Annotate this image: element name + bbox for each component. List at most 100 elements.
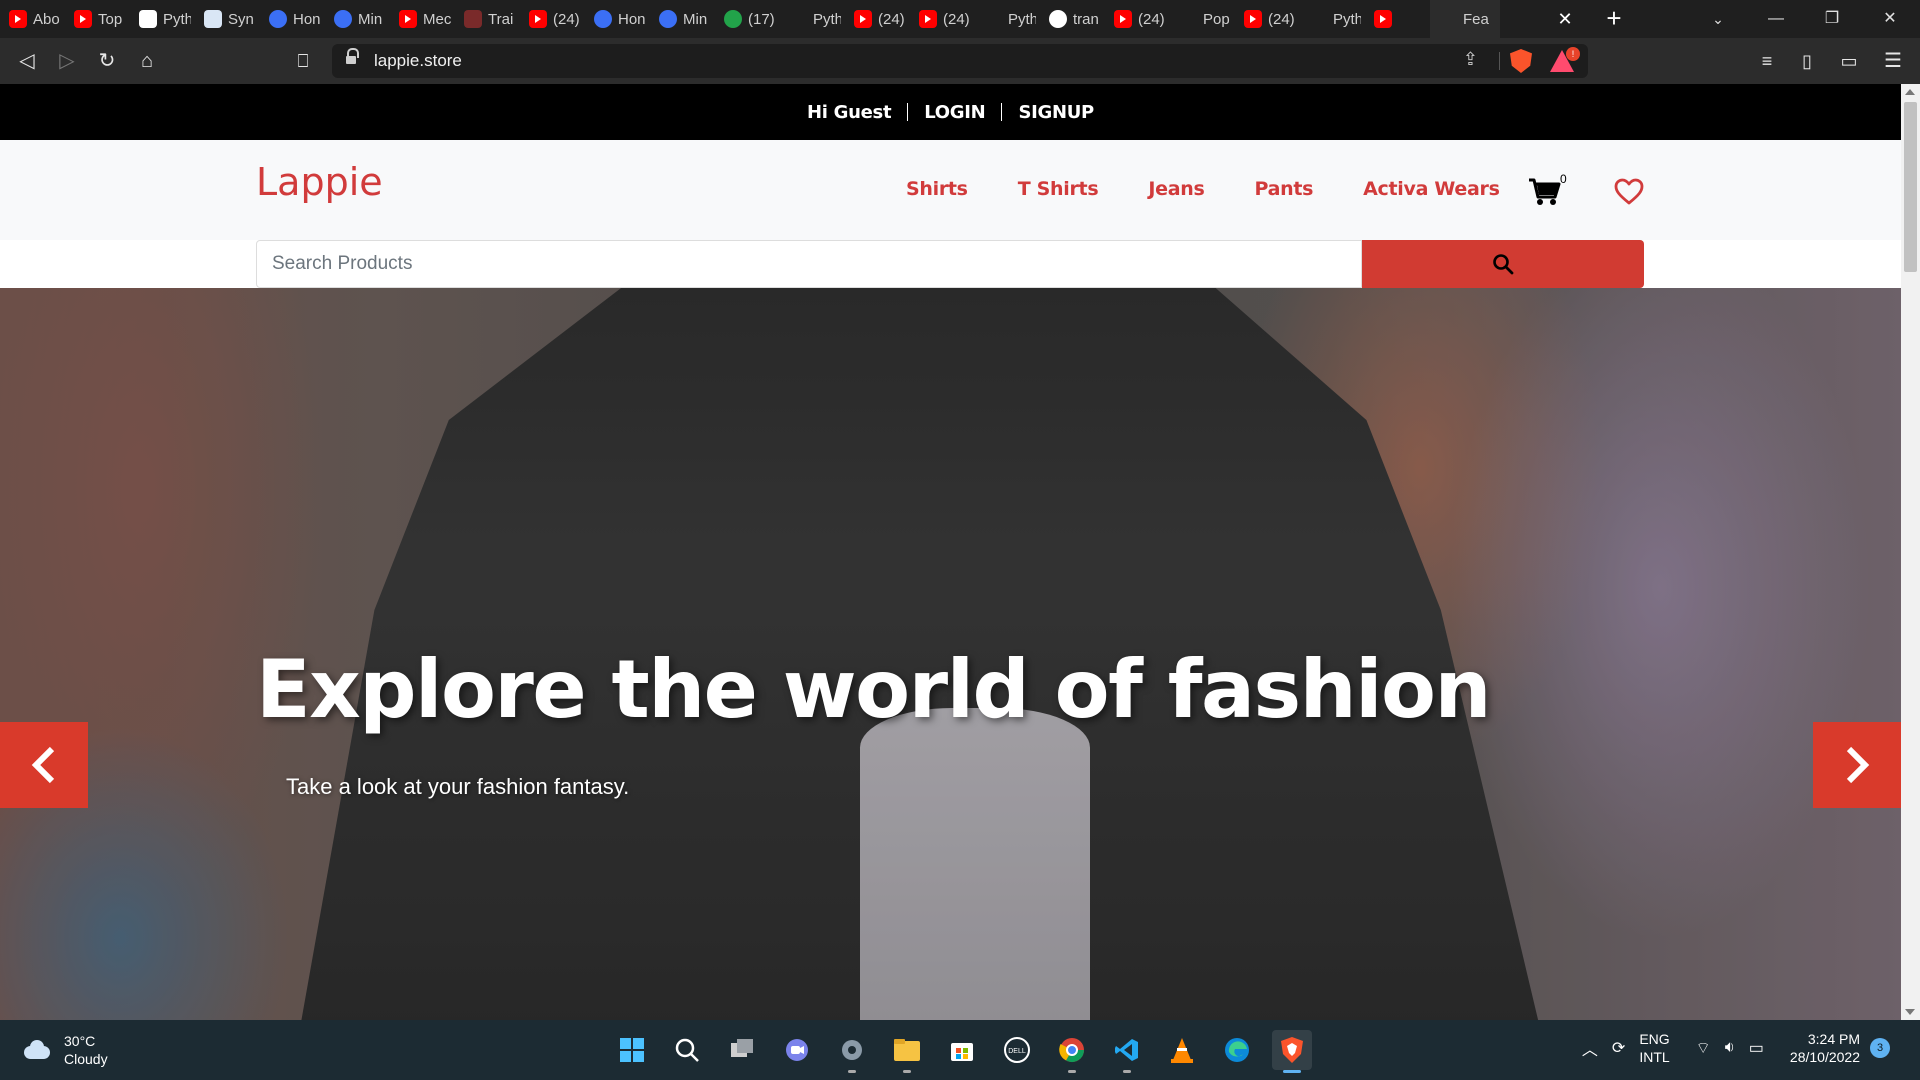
volume-icon[interactable]: 🔉︎	[1725, 1039, 1735, 1057]
language-indicator[interactable]: ENG INTL	[1639, 1030, 1669, 1066]
bookmark-icon[interactable]: ⎕	[288, 46, 318, 76]
scroll-thumb[interactable]	[1904, 102, 1917, 272]
chat-icon[interactable]	[777, 1030, 817, 1070]
start-icon[interactable]	[612, 1030, 652, 1070]
browser-tab[interactable]: (24)	[910, 0, 975, 38]
close-tab-icon[interactable]: ✕	[1552, 6, 1578, 32]
vscode-icon[interactable]	[1107, 1030, 1147, 1073]
browser-tabstrip: Abo Top Pyth Syn Hon Min Mec Trai (24) Hon Min (17)…	[0, 0, 1920, 38]
file-explorer-icon[interactable]	[887, 1030, 927, 1073]
search-input[interactable]	[256, 240, 1362, 288]
page-scrollbar[interactable]	[1901, 84, 1920, 1020]
brave-shields-icon[interactable]	[1510, 49, 1532, 73]
running-indicator	[1283, 1070, 1301, 1073]
back-icon[interactable]: ◁	[12, 46, 42, 76]
tab-title: (24)	[1138, 10, 1165, 28]
signup-link[interactable]: SIGNUP	[1002, 102, 1110, 123]
wallet-icon[interactable]: ▭	[1834, 46, 1864, 76]
wifi-icon[interactable]: ⌔	[1696, 1038, 1711, 1058]
browser-tab[interactable]: tran	[1040, 0, 1105, 38]
task-view-icon[interactable]	[722, 1030, 762, 1070]
settings-icon[interactable]	[832, 1030, 872, 1073]
nav-activa-wears[interactable]: Activa Wears	[1363, 178, 1500, 200]
chevron-up-icon[interactable]: ︿	[1582, 1036, 1598, 1060]
carousel-prev-button[interactable]	[0, 722, 88, 808]
weather-condition: Cloudy	[64, 1051, 108, 1067]
browser-tab[interactable]: Hon	[585, 0, 650, 38]
nav-jeans[interactable]: Jeans	[1148, 178, 1204, 200]
share-icon[interactable]: ⇪	[1463, 49, 1478, 70]
nav-shirts[interactable]: Shirts	[906, 178, 968, 200]
tab-title: Pyth	[813, 10, 841, 28]
close-window-button[interactable]: ✕	[1862, 0, 1918, 38]
reload-icon[interactable]: ↻	[92, 46, 122, 76]
forward-icon[interactable]: ▷	[52, 46, 82, 76]
new-tab-button[interactable]: +	[1600, 4, 1628, 32]
category-nav: Shirts T Shirts Jeans Pants Activa Wears	[906, 178, 1500, 200]
browser-tab[interactable]: Min	[325, 0, 390, 38]
browser-tab[interactable]: Abo	[0, 0, 65, 38]
tab-title: Syn	[228, 10, 254, 28]
sync-icon[interactable]: ⟳	[1612, 1038, 1625, 1058]
tab-title: Pyth	[163, 10, 191, 28]
browser-tab[interactable]: Syn	[195, 0, 260, 38]
browser-tab[interactable]: (24)	[1105, 0, 1170, 38]
weather-widget[interactable]: 30°C Cloudy	[20, 1032, 108, 1068]
browser-tab[interactable]: Pyth	[130, 0, 195, 38]
address-url[interactable]: lappie.store	[374, 51, 462, 71]
hero-carousel: Explore the world of fashion Take a look…	[0, 288, 1901, 1020]
browser-tab[interactable]: Trai	[455, 0, 520, 38]
search-icon[interactable]	[667, 1030, 707, 1070]
site-logo[interactable]: Lappie	[256, 160, 383, 204]
scroll-up-icon[interactable]	[1905, 89, 1915, 95]
browser-tab[interactable]: Mec	[390, 0, 455, 38]
clock[interactable]: 3:24 PM 28/10/2022	[1790, 1030, 1860, 1066]
nav-pants[interactable]: Pants	[1254, 178, 1313, 200]
tab-search-icon[interactable]: ⌄	[1690, 0, 1746, 38]
code-icon	[139, 10, 157, 28]
search-button[interactable]	[1362, 240, 1644, 288]
browser-tab[interactable]: (24)	[1235, 0, 1300, 38]
dell-icon[interactable]: DELL	[997, 1030, 1037, 1070]
cart-icon[interactable]	[1528, 177, 1562, 207]
vlc-icon[interactable]	[1162, 1030, 1202, 1070]
edge-icon[interactable]	[1217, 1030, 1257, 1070]
taskbar-apps: DELL	[612, 1030, 1312, 1073]
browser-tab[interactable]: Pyth	[780, 0, 845, 38]
sidebar-icon[interactable]: ▯	[1792, 46, 1822, 76]
media-icon[interactable]: ≡	[1752, 46, 1782, 76]
scroll-down-icon[interactable]	[1905, 1009, 1915, 1015]
store-icon[interactable]	[942, 1030, 982, 1070]
chrome-icon[interactable]	[1052, 1030, 1092, 1073]
home-icon[interactable]: ⌂	[132, 46, 162, 76]
battery-icon[interactable]: ▭	[1749, 1038, 1764, 1058]
browser-tab[interactable]: Pyth	[975, 0, 1040, 38]
address-bar[interactable]: lappie.store ⇪ !	[332, 44, 1588, 78]
rewards-badge: !	[1566, 47, 1580, 61]
browser-tab[interactable]: (24)	[845, 0, 910, 38]
nav-t-shirts[interactable]: T Shirts	[1018, 178, 1099, 200]
carousel-next-button[interactable]	[1813, 722, 1901, 808]
notification-badge[interactable]: 3	[1870, 1038, 1890, 1058]
youtube-icon	[1244, 10, 1262, 28]
browser-tab[interactable]: Top	[65, 0, 130, 38]
whatsapp-icon	[724, 10, 742, 28]
running-indicator	[848, 1070, 856, 1073]
browser-tab[interactable]: Fea	[1430, 0, 1500, 38]
restore-button[interactable]: ❐	[1804, 0, 1860, 38]
java-icon	[1179, 10, 1197, 28]
browser-tab[interactable]: (17)	[715, 0, 780, 38]
browser-tab[interactable]: (24)	[520, 0, 585, 38]
browser-tab[interactable]	[1365, 0, 1430, 38]
chat-icon	[1439, 10, 1457, 28]
login-link[interactable]: LOGIN	[908, 102, 1001, 123]
browser-tab[interactable]: Hon	[260, 0, 325, 38]
minimize-button[interactable]: —	[1748, 0, 1804, 38]
menu-icon[interactable]: ☰	[1878, 46, 1908, 76]
browser-tab[interactable]: Pyth	[1300, 0, 1365, 38]
browser-tab[interactable]: Pop	[1170, 0, 1235, 38]
browser-tab[interactable]: Min	[650, 0, 715, 38]
wishlist-heart-icon[interactable]	[1614, 178, 1644, 206]
tab-title: tran	[1073, 10, 1099, 28]
brave-icon[interactable]	[1272, 1030, 1312, 1073]
